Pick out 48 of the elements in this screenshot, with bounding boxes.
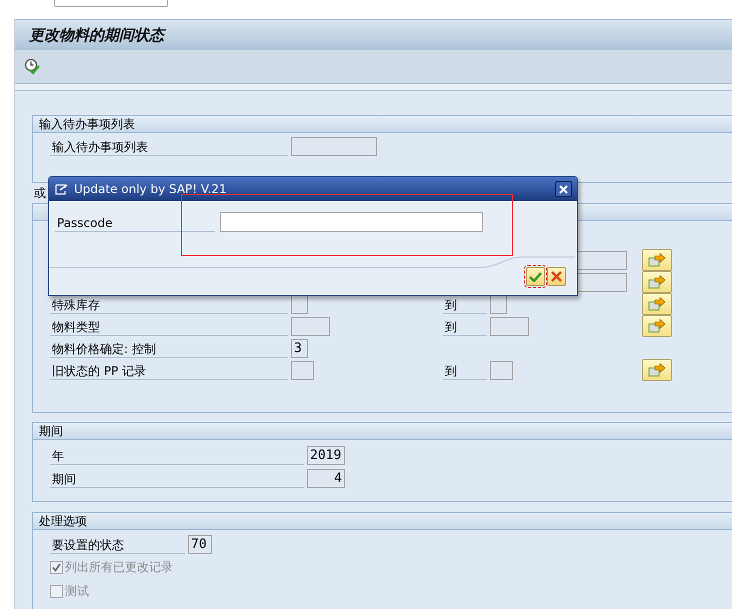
field-label: 要设置的状态 bbox=[50, 534, 185, 554]
checkmark-icon bbox=[529, 271, 542, 282]
arrow-into-box-icon bbox=[648, 253, 666, 267]
input-field[interactable]: 2019 bbox=[307, 446, 345, 464]
input-field[interactable] bbox=[291, 360, 314, 380]
field-label: 输入待办事项列表 bbox=[50, 136, 288, 156]
execute-button[interactable] bbox=[24, 58, 42, 76]
arrow-into-box-icon bbox=[648, 319, 666, 333]
input-field[interactable] bbox=[291, 136, 377, 156]
arrow-into-box-icon bbox=[648, 275, 666, 289]
close-button[interactable] bbox=[555, 181, 572, 197]
cancel-button[interactable] bbox=[547, 267, 566, 286]
multiple-selection-button[interactable] bbox=[642, 249, 672, 271]
dialog-icon bbox=[55, 184, 69, 194]
field-label: 年 bbox=[50, 445, 304, 465]
input-field[interactable] bbox=[490, 360, 513, 380]
field-label: 旧状态的 PP 记录 bbox=[50, 360, 288, 380]
input-field[interactable]: 70 bbox=[188, 534, 212, 554]
input-field[interactable]: 3 bbox=[291, 338, 308, 358]
checkbox-label: 列出所有已更改记录 bbox=[65, 558, 173, 576]
input-field[interactable] bbox=[490, 316, 529, 336]
checkbox-label: 测试 bbox=[65, 582, 89, 600]
arrow-into-box-icon bbox=[648, 297, 666, 311]
dialog-title: Update only by SAP! V.21 bbox=[74, 182, 228, 196]
field-label: 物料价格确定: 控制 bbox=[50, 338, 288, 358]
confirm-button[interactable] bbox=[526, 267, 545, 286]
cross-icon bbox=[551, 271, 562, 282]
passcode-field[interactable] bbox=[220, 212, 483, 232]
group-title: 输入待办事项列表 bbox=[33, 116, 732, 133]
input-field[interactable] bbox=[291, 316, 330, 336]
group-title: 处理选项 bbox=[33, 513, 732, 530]
page-title: 更改物料的期间状态 bbox=[29, 26, 164, 44]
multiple-selection-button[interactable] bbox=[642, 315, 672, 337]
checkmark-icon bbox=[52, 562, 61, 572]
field-label: 物料类型 bbox=[50, 316, 288, 336]
execute-icon bbox=[24, 58, 41, 74]
or-label: 或 bbox=[33, 185, 47, 202]
to-label: 到 bbox=[443, 316, 487, 336]
field-label: Passcode bbox=[55, 212, 215, 232]
multiple-selection-button[interactable] bbox=[642, 359, 672, 381]
input-field[interactable]: 4 bbox=[307, 468, 345, 488]
close-icon bbox=[559, 184, 568, 194]
to-label: 到 bbox=[443, 360, 487, 380]
arrow-into-box-icon bbox=[648, 363, 666, 377]
field-label: 期间 bbox=[50, 468, 304, 488]
multiple-selection-button[interactable] bbox=[642, 271, 672, 293]
group-title: 期间 bbox=[33, 423, 732, 440]
multiple-selection-button[interactable] bbox=[642, 293, 672, 315]
